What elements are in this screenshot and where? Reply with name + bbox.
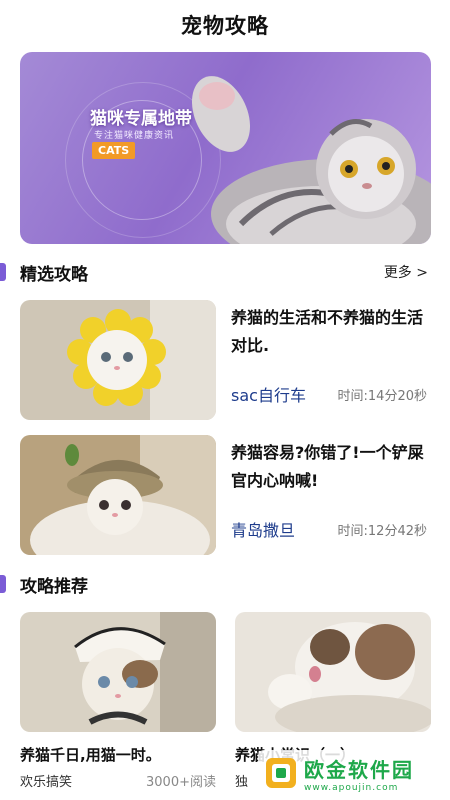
- watermark: 欧金软件园 www.apoujin.com: [258, 750, 444, 796]
- recommend-section-header: 攻略推荐: [0, 570, 450, 598]
- featured-card-image: [20, 300, 216, 420]
- recommend-card-reads: 3000+阅读: [146, 775, 216, 790]
- recommend-card-title: 养猫千日,用猫一时。: [20, 746, 161, 764]
- page-title: 宠物攻略: [181, 14, 269, 38]
- featured-card-image: [20, 435, 216, 555]
- featured-card-title: 养猫容易?你错了!一个铲屎官内心呐喊!: [231, 443, 424, 490]
- featured-card[interactable]: 养猫容易?你错了!一个铲屎官内心呐喊! 青岛撒旦 时间:12分42秒: [20, 435, 431, 555]
- featured-section-title: 精选攻略: [20, 264, 88, 285]
- recommend-card-author: 独: [235, 775, 249, 790]
- recommend-card[interactable]: 养猫千日,用猫一时。 欢乐搞笑 3000+阅读: [20, 612, 216, 800]
- banner-cat-image: [191, 76, 431, 244]
- banner-title: 猫咪专属地带: [90, 109, 192, 129]
- recommend-card-image: [20, 612, 216, 732]
- featured-card-title: 养猫的生活和不养猫的生活对比.: [231, 308, 424, 355]
- featured-section-header: 精选攻略 更多 >: [0, 258, 450, 286]
- recommend-card-image: [235, 612, 431, 732]
- featured-card-time: 时间:14分20秒: [337, 389, 427, 404]
- featured-card-author: sac自行车: [231, 386, 306, 405]
- section-accent-bar: [0, 263, 6, 281]
- watermark-logo-icon: [266, 758, 296, 788]
- banner-subtitle: 专注猫咪健康资讯: [94, 131, 175, 141]
- featured-card-time: 时间:12分42秒: [337, 524, 427, 539]
- app-header: 宠物攻略: [0, 0, 450, 50]
- featured-card[interactable]: 养猫的生活和不养猫的生活对比. sac自行车 时间:14分20秒: [20, 300, 431, 420]
- section-accent-bar: [0, 575, 6, 593]
- more-link[interactable]: 更多 >: [384, 262, 428, 282]
- banner-tag: CATS: [92, 142, 136, 159]
- featured-card-author: 青岛撒旦: [231, 521, 296, 540]
- watermark-url: www.apoujin.com: [304, 782, 399, 793]
- recommend-section-title: 攻略推荐: [20, 576, 88, 597]
- recommend-card-author: 欢乐搞笑: [20, 775, 73, 790]
- hero-banner[interactable]: 猫咪专属地带 专注猫咪健康资讯 CATS: [20, 52, 431, 244]
- watermark-name: 欧金软件园: [304, 757, 414, 782]
